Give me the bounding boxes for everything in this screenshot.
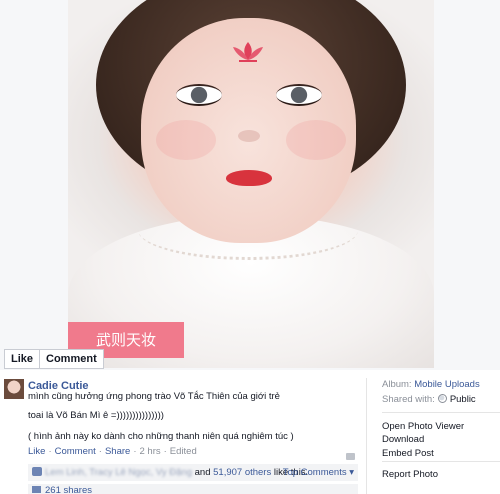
comment-icon — [346, 453, 355, 460]
post-area: Cadie Cutie mình cũng hưởng ứng phong tr… — [0, 372, 500, 494]
album-link[interactable]: Mobile Uploads — [414, 379, 479, 390]
comment-link[interactable]: Comment — [55, 446, 96, 457]
post-text-line-2: toai là Võ Bán Mì ê =))))))))))))))) — [28, 410, 164, 421]
liker-names[interactable]: Lem Linh, Tracy Lê Ngọc, Vy Đặng — [45, 467, 192, 478]
post-text-line-1: mình cũng hưởng ứng phong trào Võ Tắc Th… — [28, 391, 280, 402]
thumbs-up-icon — [32, 467, 42, 476]
report-photo-link[interactable]: Report Photo — [382, 469, 438, 480]
album-info: Album: Mobile Uploads — [382, 379, 480, 390]
likes-and: and — [194, 467, 211, 478]
shares-count[interactable]: 261 shares — [45, 485, 92, 494]
others-like-count[interactable]: 51,907 others — [213, 467, 271, 478]
privacy-value[interactable]: Public — [450, 394, 476, 405]
photo[interactable] — [68, 0, 434, 368]
right-eye — [276, 84, 322, 106]
post-actions: Like · Comment · Share · 2 hrs · Edited — [28, 446, 197, 457]
shared-with-label: Shared with: — [382, 394, 435, 405]
left-cheek — [156, 120, 216, 160]
left-eye — [176, 84, 222, 106]
download-link[interactable]: Download — [382, 434, 424, 445]
column-divider — [366, 378, 367, 494]
photo-like-button[interactable]: Like — [4, 349, 41, 369]
share-icon — [32, 486, 41, 493]
edited-label[interactable]: Edited — [170, 446, 197, 457]
shares-row[interactable]: 261 shares — [28, 484, 358, 494]
lotus-mark-icon — [233, 42, 263, 62]
likes-row: Lem Linh, Tracy Lê Ngọc, Vy Đặng and 51,… — [28, 464, 358, 481]
photo-comment-button[interactable]: Comment — [39, 349, 104, 369]
avatar[interactable] — [4, 379, 24, 399]
right-cheek — [286, 120, 346, 160]
album-label: Album: — [382, 379, 412, 390]
globe-icon — [437, 394, 447, 403]
privacy-info: Shared with: Public — [382, 394, 476, 405]
like-link[interactable]: Like — [28, 446, 45, 457]
post-time[interactable]: 2 hrs — [140, 446, 161, 457]
sidebar-divider — [382, 412, 500, 413]
mouth — [226, 170, 272, 186]
nose — [238, 130, 260, 142]
open-photo-viewer-link[interactable]: Open Photo Viewer — [382, 421, 464, 432]
photo-action-bar: Like Comment — [4, 349, 104, 369]
embed-post-link[interactable]: Embed Post — [382, 448, 434, 459]
top-comments-dropdown[interactable]: Top Comments ▾ — [283, 467, 354, 478]
photo-stage: 武则天妆 Like Comment — [0, 0, 500, 370]
post-text-line-3: ( hình ảnh này ko dành cho những thanh n… — [28, 431, 294, 442]
share-link[interactable]: Share — [105, 446, 130, 457]
sidebar-divider-2 — [382, 461, 500, 462]
